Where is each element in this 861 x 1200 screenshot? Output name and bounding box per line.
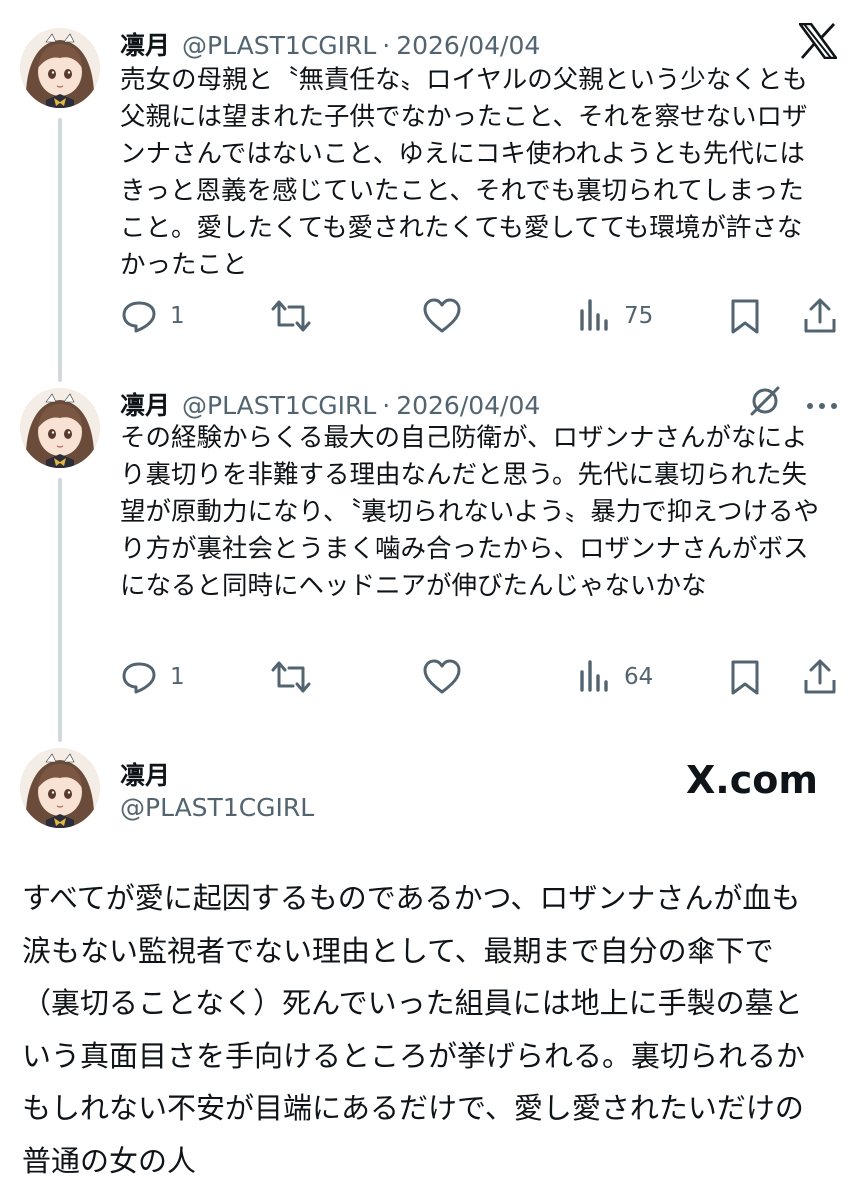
heart-icon <box>423 659 461 694</box>
views-bars-icon <box>580 660 608 692</box>
bookmark-button[interactable] <box>728 657 762 697</box>
author-name[interactable]: 凛月 <box>120 26 170 62</box>
author-handle[interactable]: @PLAST1CGIRL <box>182 391 376 420</box>
share-upload-icon <box>804 298 836 333</box>
bookmark-icon <box>731 299 759 334</box>
views-button[interactable]: 64 <box>578 657 653 697</box>
retweet-button[interactable] <box>270 657 312 697</box>
like-button[interactable] <box>422 657 462 697</box>
site-label: X.com <box>686 758 818 802</box>
tweet-text: その経験からくる最大の自己防衛が、ロザンナさんがなにより裏切りを非難する理由なん… <box>120 423 819 601</box>
tweet-actions: 1 75 <box>120 296 840 336</box>
author-name[interactable]: 凛月 <box>120 386 170 422</box>
author-handle[interactable]: @PLAST1CGIRL <box>182 31 376 60</box>
tweet-text: 売女の母親と〝無責任な〟ロイヤルの父親という少なくとも父親には望まれた子供でなか… <box>120 65 808 280</box>
views-bars-icon <box>580 299 608 331</box>
post-text: すべてが愛に起因するものであるかつ、ロザンナさんが血も涙もない監視者でない理由と… <box>22 881 806 1178</box>
retweet-button[interactable] <box>270 296 312 336</box>
reply-count: 1 <box>170 303 185 329</box>
avatar[interactable] <box>20 388 100 468</box>
avatar[interactable] <box>20 748 100 828</box>
retweet-icon <box>271 300 311 332</box>
retweet-icon <box>271 661 311 693</box>
share-button[interactable] <box>802 296 838 336</box>
x-logo-icon[interactable] <box>797 22 839 63</box>
more-dots-icon[interactable] <box>806 396 838 415</box>
reply-bubble-icon <box>122 662 156 694</box>
views-count: 75 <box>624 303 654 329</box>
views-button[interactable]: 75 <box>578 296 653 336</box>
thread-line <box>58 118 62 382</box>
bookmark-button[interactable] <box>728 296 762 336</box>
avatar[interactable] <box>20 28 100 108</box>
share-upload-icon <box>804 659 836 694</box>
reply-count: 1 <box>170 664 185 690</box>
author-name[interactable]: 凛月 <box>120 756 170 792</box>
tweet-header: 凛月 @PLAST1CGIRL · 2026/04/04 <box>120 26 540 62</box>
tweet-date[interactable]: 2026/04/04 <box>396 391 540 420</box>
reply-button[interactable]: 1 <box>120 296 185 336</box>
x-com-logo: X.com <box>686 758 818 802</box>
author-handle[interactable]: @PLAST1CGIRL <box>120 793 314 822</box>
reply-bubble-icon <box>122 301 156 333</box>
thread-line <box>58 478 62 742</box>
like-button[interactable] <box>422 296 462 336</box>
separator-dot: · <box>382 31 391 60</box>
tweet-header: 凛月 @PLAST1CGIRL · 2026/04/04 <box>120 386 540 422</box>
heart-icon <box>423 298 461 333</box>
share-button[interactable] <box>802 657 838 697</box>
separator-dot: · <box>382 391 391 420</box>
tweet-date[interactable]: 2026/04/04 <box>396 31 540 60</box>
reply-button[interactable]: 1 <box>120 657 185 697</box>
bookmark-icon <box>731 660 759 695</box>
grok-icon[interactable] <box>748 384 782 422</box>
tweet-actions: 1 64 <box>120 657 840 697</box>
views-count: 64 <box>624 664 654 690</box>
